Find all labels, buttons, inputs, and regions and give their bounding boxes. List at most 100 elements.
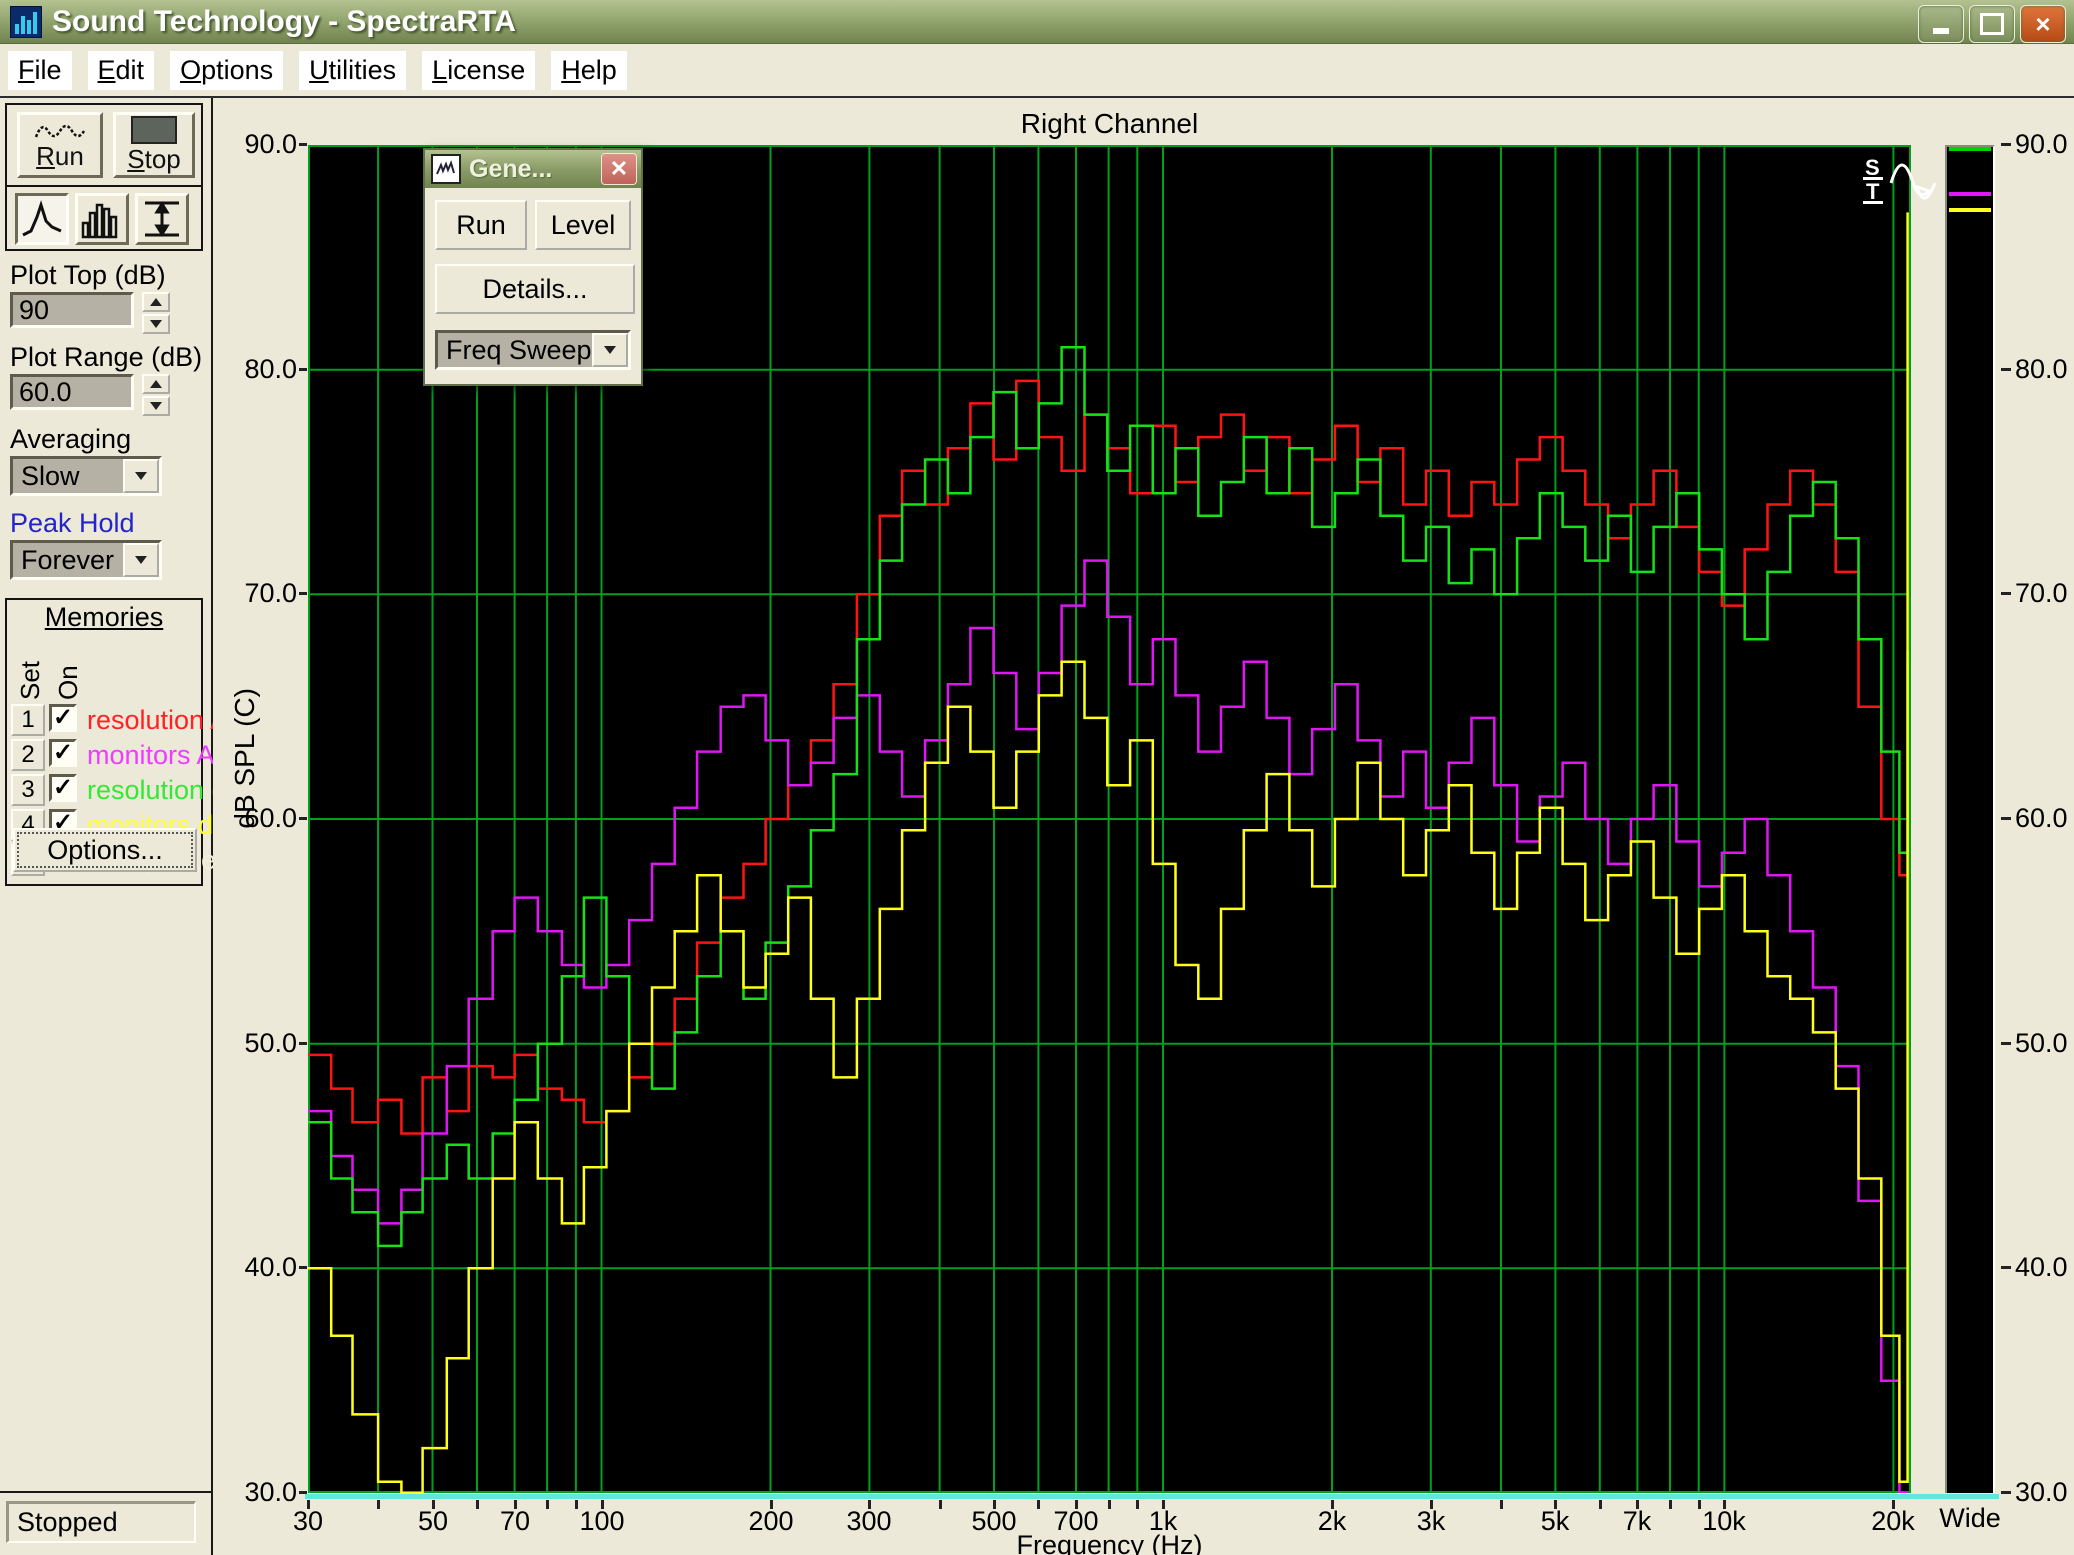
spin-down-icon[interactable] xyxy=(142,396,170,416)
menu-file[interactable]: File xyxy=(8,51,72,90)
y-tick-label: 40.0 xyxy=(217,1252,297,1283)
app-icon xyxy=(10,6,42,38)
y-tick-label: 90.0 xyxy=(217,129,297,160)
generator-title: Gene... xyxy=(469,155,601,184)
y-tick-label: 50.0 xyxy=(217,1028,297,1059)
memory-label: monitors A4 xyxy=(87,740,219,771)
y-tick-label: 30.0 xyxy=(217,1477,297,1508)
chart-title: Right Channel xyxy=(308,108,1911,140)
generator-dialog: Gene... ✕ Run Level Details... Freq Swee… xyxy=(423,148,643,386)
memory-set-button[interactable]: 3 xyxy=(11,774,45,806)
generator-close-button[interactable]: ✕ xyxy=(601,153,637,185)
generator-mode-value: Freq Sweep xyxy=(438,333,592,367)
meter-peak-cap xyxy=(1949,147,1991,151)
chevron-down-icon[interactable] xyxy=(592,333,628,367)
stop-icon xyxy=(131,116,177,144)
sine-wave-icon xyxy=(34,119,86,141)
memory-set-button[interactable]: 1 xyxy=(11,704,45,736)
chevron-down-icon[interactable] xyxy=(123,459,159,493)
memory-row: 3 ✓ resolution d xyxy=(11,774,199,806)
memory-on-checkbox[interactable]: ✓ xyxy=(49,774,77,802)
baseline-strip xyxy=(305,1494,1999,1499)
plot-top-spinner[interactable] xyxy=(142,292,170,334)
generator-run-button[interactable]: Run xyxy=(435,200,527,250)
stop-button[interactable]: Stop xyxy=(113,112,195,178)
plot-top-input[interactable]: 90 xyxy=(10,292,134,328)
y-tick-label: 40.0 xyxy=(2015,1252,2068,1283)
meter-peak-mark xyxy=(1949,192,1991,196)
close-icon: ✕ xyxy=(610,156,628,182)
averaging-value: Slow xyxy=(13,459,123,493)
scale-view-button[interactable] xyxy=(135,193,189,245)
spin-up-icon[interactable] xyxy=(142,374,170,394)
bars-view-button[interactable] xyxy=(75,193,129,245)
run-button[interactable]: Run xyxy=(17,112,103,178)
meter-label: Wide xyxy=(1927,1503,2013,1534)
maximize-icon xyxy=(1980,13,2004,35)
menu-bar: File Edit Options Utilities License Help xyxy=(0,44,2074,96)
minimize-icon xyxy=(1933,28,1949,34)
menu-license[interactable]: License xyxy=(422,51,535,90)
generator-title-bar[interactable]: Gene... ✕ xyxy=(425,150,641,188)
memory-label: resolution A xyxy=(87,705,219,736)
title-bar: Sound Technology - SpectraRTA × xyxy=(0,0,2074,44)
y-tick-label: 70.0 xyxy=(217,578,297,609)
app-window: Sound Technology - SpectraRTA × File Edi… xyxy=(0,0,2074,1555)
spin-up-icon[interactable] xyxy=(142,292,170,312)
y-tick-label: 80.0 xyxy=(2015,354,2068,385)
menu-utilities[interactable]: Utilities xyxy=(299,51,406,90)
generator-mode-select[interactable]: Freq Sweep xyxy=(435,330,631,370)
memory-on-checkbox[interactable]: ✓ xyxy=(49,739,77,767)
stop-button-label: Stop xyxy=(127,144,181,175)
x-axis-title: Frequency (Hz) xyxy=(308,1530,1911,1555)
y-tick-label: 80.0 xyxy=(217,354,297,385)
plot-range-spinner[interactable] xyxy=(142,374,170,416)
memory-row: 1 ✓ resolution A xyxy=(11,704,199,736)
svg-text:T: T xyxy=(1866,179,1880,204)
close-button[interactable]: × xyxy=(2020,5,2066,43)
y-tick-label: 60.0 xyxy=(217,803,297,834)
window-title: Sound Technology - SpectraRTA xyxy=(52,5,516,39)
on-column-label: On xyxy=(53,638,84,700)
rta-bars-icon xyxy=(81,199,123,239)
menu-options[interactable]: Options xyxy=(170,51,283,90)
svg-text:S: S xyxy=(1865,155,1880,180)
memory-set-button[interactable]: 2 xyxy=(11,739,45,771)
status-bar: Stopped xyxy=(0,1491,211,1555)
chevron-down-icon[interactable] xyxy=(123,543,159,577)
plot-range-label: Plot Range (dB) xyxy=(10,342,202,373)
spectrum-view-button[interactable] xyxy=(15,193,69,245)
plot-range-input[interactable]: 60.0 xyxy=(10,374,134,410)
memories-header: Memories xyxy=(7,602,201,633)
level-meter xyxy=(1945,145,1995,1493)
set-column-label: Set xyxy=(15,638,46,700)
y-tick-label: 50.0 xyxy=(2015,1028,2068,1059)
spectrum-curve-icon xyxy=(21,199,63,239)
peak-hold-value: Forever xyxy=(13,543,123,577)
memory-row: 2 ✓ monitors A4 xyxy=(11,739,199,771)
spin-down-icon[interactable] xyxy=(142,314,170,334)
y-tick-label: 30.0 xyxy=(2015,1477,2068,1508)
generator-details-button[interactable]: Details... xyxy=(435,264,635,314)
minimize-button[interactable] xyxy=(1918,5,1964,43)
status-text: Stopped xyxy=(6,1501,196,1543)
menu-help[interactable]: Help xyxy=(551,51,627,90)
averaging-select[interactable]: Slow xyxy=(10,456,162,496)
y-tick-label: 90.0 xyxy=(2015,129,2068,160)
peak-hold-label: Peak Hold xyxy=(10,508,135,539)
memories-options-button[interactable]: Options... xyxy=(13,828,197,872)
peak-hold-select[interactable]: Forever xyxy=(10,540,162,580)
generator-level-button[interactable]: Level xyxy=(535,200,631,250)
analyzer-panel: Right Channel dB SPL (C) ST 90.080.070.0… xyxy=(213,98,2074,1555)
generator-icon xyxy=(431,154,461,184)
menu-edit[interactable]: Edit xyxy=(88,51,155,90)
y-tick-label: 60.0 xyxy=(2015,803,2068,834)
close-icon: × xyxy=(2035,11,2050,37)
transport-group: Run Stop xyxy=(5,103,203,251)
control-sidebar: Run Stop xyxy=(0,98,213,1555)
maximize-button[interactable] xyxy=(1969,5,2015,43)
plot-top-label: Plot Top (dB) xyxy=(10,260,166,291)
y-tick-label: 70.0 xyxy=(2015,578,2068,609)
memory-label: resolution d xyxy=(87,775,219,806)
memory-on-checkbox[interactable]: ✓ xyxy=(49,704,77,732)
